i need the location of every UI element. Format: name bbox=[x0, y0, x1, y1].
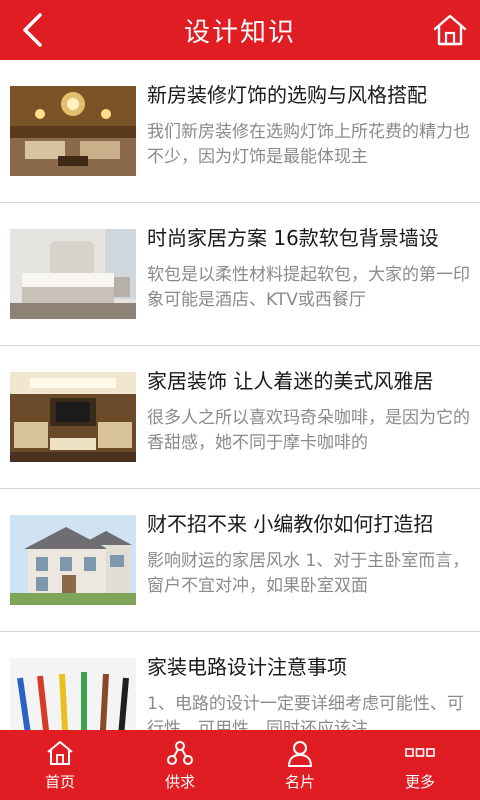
nav-card-label: 名片 bbox=[284, 772, 315, 791]
article-text: 财不招不来 小编教你如何打造招 影响财运的家居风水 1、对于主卧室而言，窗户不宜… bbox=[147, 509, 470, 599]
header-bar: 设计知识 bbox=[0, 0, 480, 60]
article-text: 家居装饰 让人着迷的美式风雅居 很多人之所以喜欢玛奇朵咖啡，是因为它的香甜感，她… bbox=[147, 366, 470, 456]
article-title: 财不招不来 小编教你如何打造招 bbox=[147, 512, 434, 536]
article-title: 时尚家居方案 16款软包背景墙设 bbox=[147, 226, 439, 250]
article-item[interactable]: 家装电路设计注意事项 1、电路的设计一定要详细考虑可能性、可行性、可用性，同时还… bbox=[0, 632, 480, 730]
article-thumbnail bbox=[10, 658, 136, 730]
chandelier-image bbox=[10, 86, 136, 176]
bedroom-image bbox=[10, 229, 136, 319]
more-grid-icon bbox=[405, 739, 435, 767]
article-thumbnail bbox=[10, 86, 136, 176]
nav-more-label: 更多 bbox=[404, 772, 435, 791]
article-text: 家装电路设计注意事项 1、电路的设计一定要详细考虑可能性、可行性、可用性，同时还… bbox=[147, 652, 470, 730]
article-text: 时尚家居方案 16款软包背景墙设 软包是以柔性材料提起软包，大家的第一印象可能是… bbox=[147, 223, 470, 313]
chevron-left-icon bbox=[23, 13, 42, 47]
article-title: 新房装修灯饰的选购与风格搭配 bbox=[147, 83, 427, 107]
nav-supply-label: 供求 bbox=[164, 772, 195, 791]
article-thumbnail bbox=[10, 372, 136, 462]
article-summary: 很多人之所以喜欢玛奇朵咖啡，是因为它的香甜感，她不同于摩卡咖啡的 bbox=[147, 408, 470, 453]
article-item[interactable]: 财不招不来 小编教你如何打造招 影响财运的家居风水 1、对于主卧室而言，窗户不宜… bbox=[0, 489, 480, 632]
article-item[interactable]: 时尚家居方案 16款软包背景墙设 软包是以柔性材料提起软包，大家的第一印象可能是… bbox=[0, 203, 480, 346]
home-icon bbox=[45, 739, 75, 767]
article-item[interactable]: 新房装修灯饰的选购与风格搭配 我们新房装修在选购灯饰上所花费的精力也不少，因为灯… bbox=[0, 60, 480, 203]
article-text: 新房装修灯饰的选购与风格搭配 我们新房装修在选购灯饰上所花费的精力也不少，因为灯… bbox=[147, 80, 470, 170]
home-button[interactable] bbox=[430, 10, 470, 50]
nav-supply[interactable]: 供求 bbox=[120, 730, 240, 800]
article-summary: 1、电路的设计一定要详细考虑可能性、可行性、可用性，同时还应该注 bbox=[147, 694, 464, 730]
article-thumbnail bbox=[10, 229, 136, 319]
article-list: 新房装修灯饰的选购与风格搭配 我们新房装修在选购灯饰上所花费的精力也不少，因为灯… bbox=[0, 60, 480, 730]
living-room-image bbox=[10, 372, 136, 462]
nav-home[interactable]: 首页 bbox=[0, 730, 120, 800]
article-title: 家居装饰 让人着迷的美式风雅居 bbox=[147, 369, 434, 393]
article-item[interactable]: 家居装饰 让人着迷的美式风雅居 很多人之所以喜欢玛奇朵咖啡，是因为它的香甜感，她… bbox=[0, 346, 480, 489]
home-icon bbox=[433, 14, 467, 46]
wires-image bbox=[10, 658, 136, 730]
person-icon bbox=[285, 739, 315, 767]
article-title: 家装电路设计注意事项 bbox=[147, 655, 347, 679]
article-summary: 影响财运的家居风水 1、对于主卧室而言，窗户不宜对冲，如果卧室双面 bbox=[147, 551, 470, 596]
share-nodes-icon bbox=[165, 739, 195, 767]
nav-more[interactable]: 更多 bbox=[360, 730, 480, 800]
article-thumbnail bbox=[10, 515, 136, 605]
article-summary: 我们新房装修在选购灯饰上所花费的精力也不少，因为灯饰是最能体现主 bbox=[147, 122, 470, 167]
article-summary: 软包是以柔性材料提起软包，大家的第一印象可能是酒店、KTV或西餐厅 bbox=[147, 265, 470, 310]
page-title: 设计知识 bbox=[183, 17, 296, 48]
nav-card[interactable]: 名片 bbox=[240, 730, 360, 800]
villa-image bbox=[10, 515, 136, 605]
back-button[interactable] bbox=[14, 12, 50, 48]
bottom-nav: 首页 供求 名片 更多 bbox=[0, 730, 480, 800]
nav-home-label: 首页 bbox=[44, 772, 75, 791]
app-root: 设计知识 新房装修灯饰的选购与风格搭配 我们新房装修在选购灯饰上所花费的精力也不… bbox=[0, 0, 480, 800]
